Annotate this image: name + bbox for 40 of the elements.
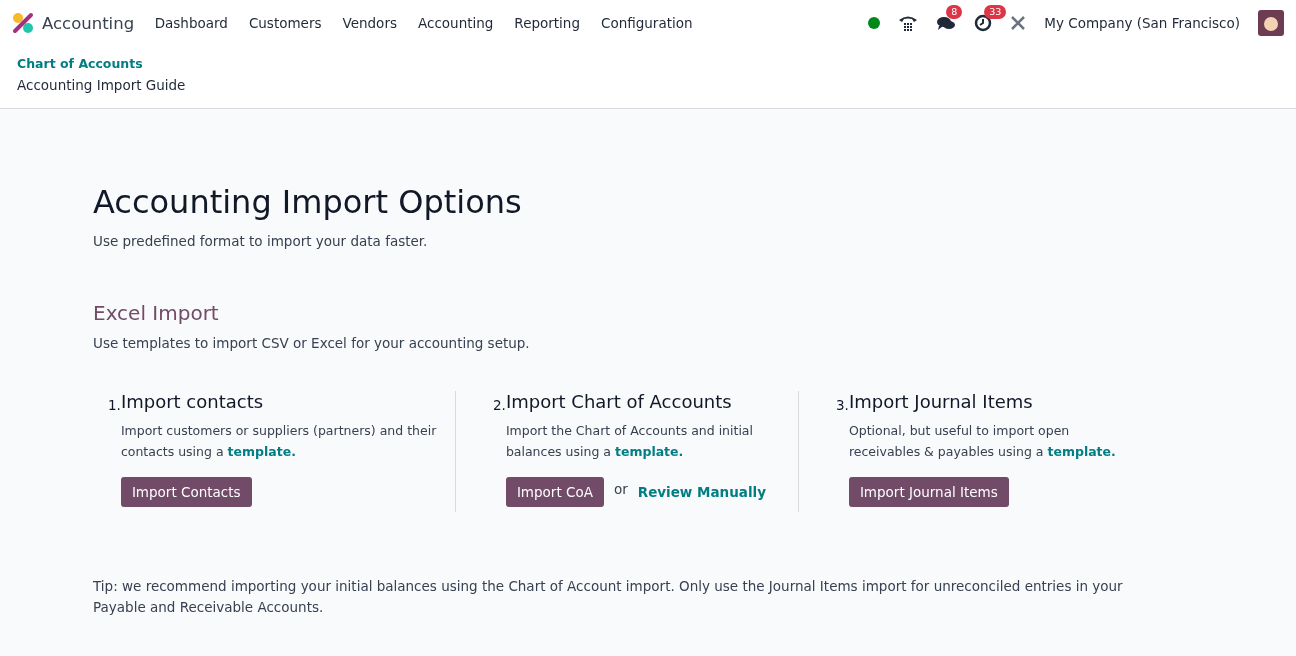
template-link[interactable]: template. bbox=[227, 444, 296, 459]
breadcrumb-current: Accounting Import Guide bbox=[17, 77, 186, 93]
clock-icon[interactable] bbox=[974, 14, 993, 32]
menu-item[interactable]: Vendors bbox=[332, 15, 408, 31]
import-button[interactable]: Import CoA bbox=[505, 477, 604, 507]
step-number: 3. bbox=[836, 397, 849, 415]
tools-icon[interactable] bbox=[1010, 15, 1027, 31]
step-title: Import Journal Items bbox=[848, 391, 1034, 412]
page-subtitle: Use predefined format to import your data faster. bbox=[93, 233, 429, 249]
step-title: Import contacts bbox=[120, 391, 265, 412]
page-title: Accounting Import Options bbox=[93, 183, 523, 221]
step-number: 1. bbox=[108, 397, 121, 415]
menu-item[interactable]: Customers bbox=[238, 15, 332, 31]
template-link[interactable]: template. bbox=[614, 444, 684, 459]
app-logo[interactable] bbox=[12, 12, 34, 34]
import-button[interactable]: Import Contacts bbox=[120, 477, 252, 507]
menu-item[interactable]: Accounting bbox=[407, 15, 504, 31]
menu-item[interactable]: Configuration bbox=[590, 15, 704, 31]
menu-item[interactable]: Reporting bbox=[503, 15, 591, 31]
phone-icon[interactable] bbox=[898, 14, 919, 32]
step-description: Import the Chart of Accounts and initial balances using a template. bbox=[505, 422, 754, 461]
menu-item[interactable]: Dashboard bbox=[144, 15, 239, 31]
review-link[interactable]: Review Manually bbox=[637, 484, 766, 500]
step-description: Optional, but useful to import open receivables & payables using a template. bbox=[848, 422, 1117, 461]
user-avatar[interactable] bbox=[1258, 10, 1284, 36]
company-switcher[interactable]: My Company (San Francisco) bbox=[1044, 15, 1240, 31]
section-subtitle: Use templates to import CSV or Excel for your accounting setup. bbox=[93, 335, 531, 351]
notification-badge: 33 bbox=[984, 5, 1007, 19]
template-link[interactable]: template. bbox=[1047, 444, 1116, 459]
import-button[interactable]: Import Journal Items bbox=[848, 477, 1009, 507]
tip-text: Tip: we recommend importing your initial balances using the Chart of Account import. Only use the Journal Items import for unreconciled entries in your Payable and Receivable Accounts. bbox=[93, 577, 1124, 617]
notification-badge: 8 bbox=[946, 5, 963, 19]
step-title: Import Chart of Accounts bbox=[505, 391, 733, 412]
chat-icon[interactable] bbox=[936, 14, 957, 32]
app-name[interactable]: Accounting bbox=[42, 13, 135, 33]
or-text: or bbox=[613, 481, 628, 497]
section-title: Excel Import bbox=[93, 301, 220, 325]
step-number: 2. bbox=[493, 397, 506, 415]
step-description: Import customers or suppliers (partners) and their contacts using a template. bbox=[120, 422, 438, 461]
breadcrumb-link[interactable]: Chart of Accounts bbox=[17, 56, 143, 71]
